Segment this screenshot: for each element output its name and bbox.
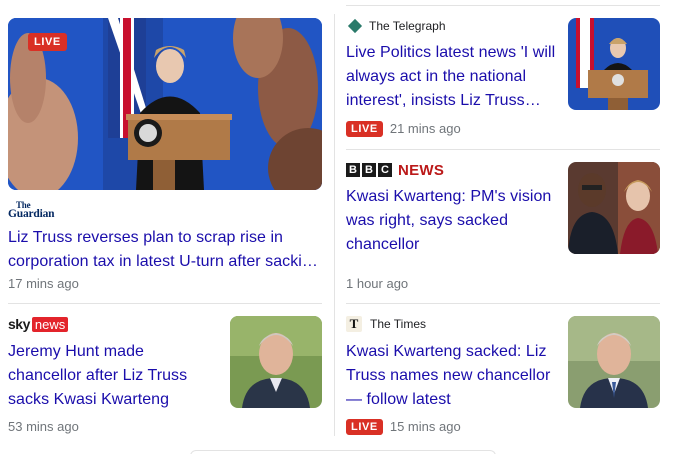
story-card-sky[interactable]: sky news Jeremy Hunt made chancellor aft…	[8, 316, 322, 436]
story-timestamp: 15 mins ago	[389, 419, 461, 434]
live-badge: LIVE	[28, 33, 67, 51]
story-card-guardian[interactable]: LIVE The Guardian Liz Truss reverses pla…	[8, 18, 322, 294]
live-badge: LIVE	[346, 419, 383, 435]
more-news-button-edge[interactable]	[190, 450, 496, 454]
story-meta: LIVE 21 mins ago	[346, 121, 461, 137]
story-image-hunt	[230, 316, 322, 408]
story-headline[interactable]: Liz Truss reverses plan to scrap rise in…	[8, 226, 320, 274]
story-image-hunt	[568, 316, 660, 408]
story-headline[interactable]: Jeremy Hunt made chancellor after Liz Tr…	[8, 340, 213, 412]
story-timestamp: 1 hour ago	[346, 276, 409, 291]
story-headline[interactable]: Kwasi Kwarteng sacked: Liz Truss names n…	[346, 340, 558, 412]
story-image-truss-podium	[568, 18, 660, 110]
story-card-times[interactable]: T The Times Kwasi Kwarteng sacked: Liz T…	[346, 316, 660, 436]
story-headline[interactable]: Kwasi Kwarteng: PM's vision was right, s…	[346, 185, 558, 257]
story-card-telegraph[interactable]: The Telegraph Live Politics latest news …	[346, 18, 660, 140]
story-image-truss-podium: LIVE	[8, 18, 322, 190]
guardian-logo: The Guardian	[8, 200, 55, 220]
telegraph-source: The Telegraph	[346, 18, 446, 34]
divider	[346, 303, 660, 304]
live-badge: LIVE	[346, 121, 383, 137]
divider	[8, 303, 322, 304]
column-divider	[334, 14, 335, 436]
story-meta: LIVE 15 mins ago	[346, 419, 461, 435]
story-card-bbc[interactable]: B B C NEWS Kwasi Kwarteng: PM's vision w…	[346, 162, 660, 292]
story-image-kwarteng-truss	[568, 162, 660, 254]
story-timestamp: 21 mins ago	[389, 121, 461, 136]
top-divider	[346, 5, 660, 6]
times-source: T The Times	[346, 316, 426, 332]
bbc-news-logo: B B C NEWS	[346, 162, 444, 179]
story-timestamp: 17 mins ago	[8, 276, 79, 291]
story-headline[interactable]: Live Politics latest news 'I will always…	[346, 41, 558, 113]
telegraph-icon	[347, 18, 363, 34]
story-timestamp: 53 mins ago	[8, 419, 79, 434]
sky-news-logo: sky news	[8, 316, 69, 332]
times-icon: T	[346, 316, 362, 332]
divider	[346, 149, 660, 150]
